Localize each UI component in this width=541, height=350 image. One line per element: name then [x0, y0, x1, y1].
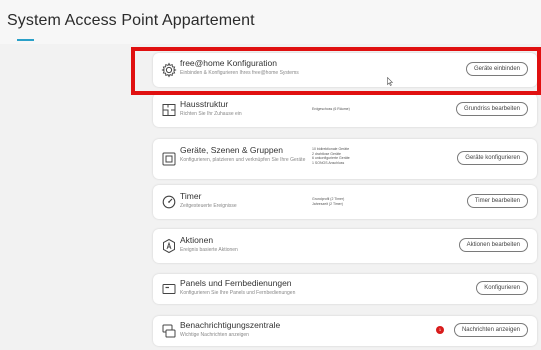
card-actions[interactable]: Aktionen Ereignis basierte Aktionen Akti… [153, 229, 537, 263]
card-info: Erdgeschoss (6 Räume) [312, 107, 350, 111]
info-line: 6 unkonfigurierte Geräte [312, 156, 350, 160]
edit-timer-button[interactable]: Timer bearbeiten [466, 194, 528, 208]
page-header: System Access Point Appartement [0, 0, 541, 44]
card-title: Aktionen [180, 235, 214, 245]
panel-icon [161, 281, 177, 297]
info-line: 1 SONOS Anschluss [312, 160, 345, 165]
floorplan-icon [161, 102, 177, 118]
card-house-structure[interactable]: Hausstruktur Richten Sie Ihr Zuhause ein… [153, 93, 537, 127]
mouse-cursor-icon [387, 77, 393, 86]
card-subtitle: Wichtige Nachrichten anzeigen [180, 332, 249, 338]
notification-count-badge: 1 [436, 326, 444, 334]
card-title: Hausstruktur [180, 99, 229, 109]
card-timer[interactable]: Timer Zeitgesteuerte Ereignisse Grundpro… [153, 185, 537, 219]
info-line: Grundprofil (2 Timer) [312, 197, 345, 201]
card-title: Timer [180, 191, 202, 201]
edit-floorplan-button[interactable]: Grundriss bearbeiten [455, 102, 528, 116]
card-devices-scenes-groups[interactable]: Geräte, Szenen & Gruppen Konfigurieren, … [153, 139, 537, 179]
card-notification-center[interactable]: Benachrichtigungszentrale Wichtige Nachr… [153, 316, 537, 346]
card-subtitle: Konfigurieren Sie Ihre Panels und Fernbe… [180, 290, 296, 296]
info-line: Jahreszeit (2 Timer) [312, 201, 343, 206]
devices-icon [161, 151, 177, 167]
card-subtitle: Richten Sie Ihr Zuhause ein [180, 111, 242, 117]
show-messages-button[interactable]: Nachrichten anzeigen [453, 323, 528, 337]
title-underline [17, 39, 34, 41]
edit-actions-button[interactable]: Aktionen bearbeiten [458, 238, 528, 252]
card-title: Benachrichtigungszentrale [180, 320, 281, 330]
actions-icon [161, 238, 177, 254]
configure-devices-button[interactable]: Geräte konfigurieren [457, 151, 528, 165]
timer-icon [161, 194, 177, 210]
info-line: 10 bidirektionale Geräte [312, 147, 350, 151]
configure-panels-button[interactable]: Konfigurieren [476, 281, 528, 295]
card-info: 10 bidirektionale Geräte 2 drahtlose Ger… [312, 147, 350, 165]
card-title: Geräte, Szenen & Gruppen [180, 145, 284, 155]
highlight-box [131, 47, 541, 95]
page-title: System Access Point Appartement [7, 12, 255, 29]
notification-icon [161, 323, 177, 339]
card-subtitle: Zeitgesteuerte Ereignisse [180, 203, 237, 209]
card-subtitle: Konfigurieren, platzieren und verknüpfen… [180, 157, 308, 163]
card-title: Panels und Fernbedienungen [180, 278, 292, 288]
card-subtitle-text: Konfigurieren, platzieren und verknüpfen… [180, 157, 306, 163]
card-subtitle: Ereignis basierte Aktionen [180, 247, 238, 253]
card-panels-remotes[interactable]: Panels und Fernbedienungen Konfigurieren… [153, 274, 537, 304]
card-info: Grundprofil (2 Timer) Jahreszeit (2 Time… [312, 197, 344, 206]
